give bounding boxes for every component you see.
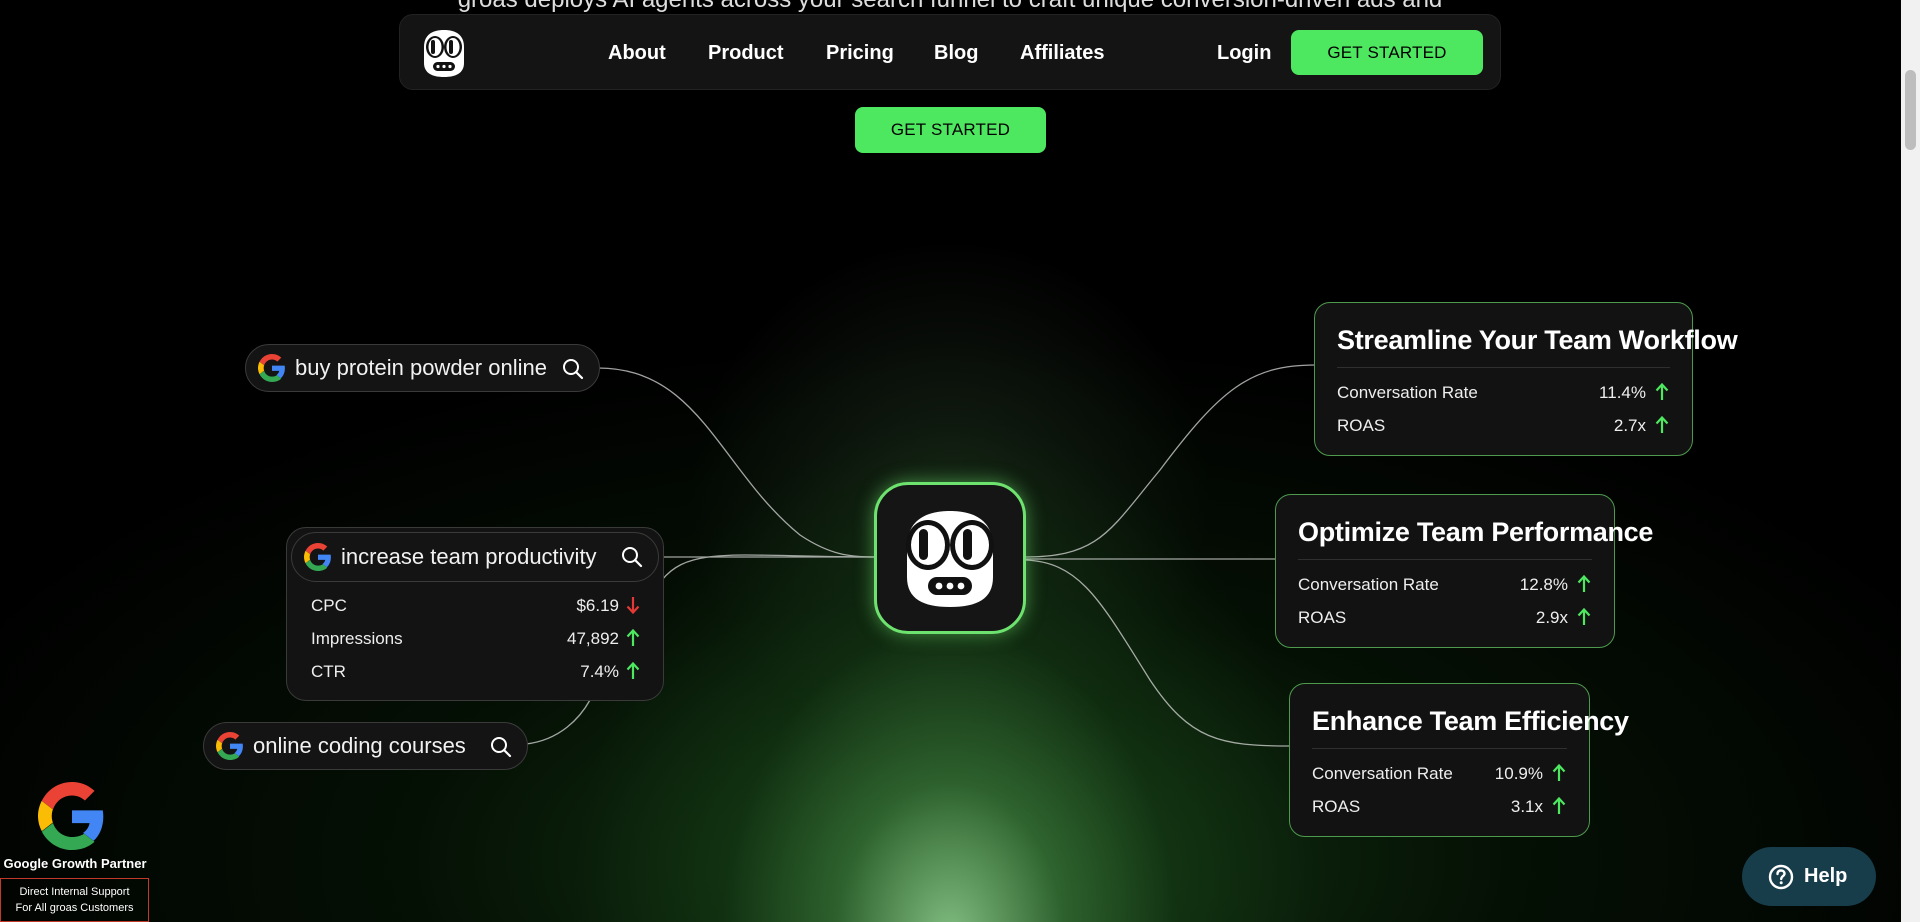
divider bbox=[1312, 748, 1567, 749]
question-mark-icon bbox=[1768, 864, 1794, 889]
search-query-text: buy protein powder online bbox=[295, 355, 547, 380]
trend-up-arrow-icon bbox=[626, 661, 640, 679]
metric-label: Conversation Rate bbox=[1337, 383, 1478, 402]
help-label: Help bbox=[1804, 865, 1848, 887]
metric-row-conversation-rate: Conversation Rate 10.9% bbox=[1312, 763, 1567, 784]
trend-down-arrow-icon bbox=[626, 597, 640, 615]
trend-up-arrow-icon bbox=[1577, 574, 1591, 592]
flow-connector-lines bbox=[525, 364, 1316, 747]
metric-label: CTR bbox=[311, 662, 346, 681]
google-partner-support-box[interactable]: Direct Internal Support For All groas Cu… bbox=[0, 878, 149, 922]
metric-value: 10.9% bbox=[1494, 764, 1543, 783]
search-icon[interactable] bbox=[561, 357, 585, 381]
google-g-icon bbox=[304, 543, 331, 571]
metric-label: Conversation Rate bbox=[1312, 764, 1453, 783]
metric-row-conversation-rate: Conversation Rate 11.4% bbox=[1337, 382, 1670, 403]
search-pill-productivity: increase team productivity bbox=[291, 532, 659, 582]
metric-value: 12.8% bbox=[1519, 575, 1568, 594]
search-pill-protein: buy protein powder online bbox=[245, 344, 600, 392]
search-query-text: online coding courses bbox=[253, 733, 466, 758]
metric-label: ROAS bbox=[1337, 416, 1386, 435]
result-card-workflow: Streamline Your Team Workflow Conversati… bbox=[1314, 302, 1738, 456]
metric-label: Conversation Rate bbox=[1298, 575, 1439, 594]
metric-row-ctr: CTR 7.4% bbox=[311, 661, 641, 682]
result-card-title: Enhance Team Efficiency bbox=[1312, 706, 1629, 736]
metric-value: 47,892 bbox=[567, 629, 619, 648]
google-partner-title: Google Growth Partner bbox=[3, 856, 147, 871]
result-card-efficiency: Enhance Team Efficiency Conversation Rat… bbox=[1289, 683, 1629, 837]
groas-agent-hub bbox=[874, 482, 1026, 634]
page-scrollbar-thumb[interactable] bbox=[1905, 70, 1916, 150]
divider bbox=[1298, 559, 1592, 560]
metric-value: $6.19 bbox=[576, 596, 619, 615]
search-metrics-card: increase team productivity CPC $6.19 Imp… bbox=[286, 527, 664, 701]
trend-up-arrow-icon bbox=[1655, 415, 1669, 433]
metric-value: 2.9x bbox=[1535, 608, 1568, 627]
divider bbox=[1337, 367, 1670, 368]
metric-label: CPC bbox=[311, 596, 347, 615]
search-pill-coding: online coding courses bbox=[203, 722, 528, 770]
metric-row-roas: ROAS 2.7x bbox=[1337, 415, 1670, 436]
metric-row-conversation-rate: Conversation Rate 12.8% bbox=[1298, 574, 1592, 595]
metric-row-cpc: CPC $6.19 bbox=[311, 596, 641, 616]
google-partner-logo-icon bbox=[38, 782, 104, 850]
search-icon[interactable] bbox=[620, 545, 644, 569]
support-line-1: Direct Internal Support bbox=[19, 886, 130, 898]
metric-label: Impressions bbox=[311, 629, 403, 648]
trend-up-arrow-icon bbox=[626, 628, 640, 646]
result-card-title: Optimize Team Performance bbox=[1298, 517, 1654, 547]
search-icon[interactable] bbox=[489, 735, 513, 759]
result-card-performance: Optimize Team Performance Conversation R… bbox=[1275, 494, 1653, 648]
trend-up-arrow-icon bbox=[1655, 382, 1669, 400]
groas-mascot-icon bbox=[906, 511, 994, 607]
google-g-icon bbox=[216, 732, 243, 760]
metric-label: ROAS bbox=[1312, 797, 1361, 816]
metric-label: ROAS bbox=[1298, 608, 1347, 627]
metric-value: 7.4% bbox=[580, 662, 619, 681]
metric-value: 2.7x bbox=[1613, 416, 1646, 435]
trend-up-arrow-icon bbox=[1552, 796, 1566, 814]
trend-up-arrow-icon bbox=[1577, 607, 1591, 625]
metric-row-impressions: Impressions 47,892 bbox=[311, 628, 641, 649]
search-query-text: increase team productivity bbox=[341, 544, 597, 569]
help-button[interactable]: Help bbox=[1742, 847, 1876, 906]
trend-up-arrow-icon bbox=[1552, 763, 1566, 781]
support-line-2: For All groas Customers bbox=[15, 902, 134, 914]
result-card-title: Streamline Your Team Workflow bbox=[1337, 325, 1738, 355]
google-g-icon bbox=[258, 354, 285, 382]
metric-row-roas: ROAS 3.1x bbox=[1312, 796, 1567, 817]
metric-value: 3.1x bbox=[1510, 797, 1543, 816]
metric-value: 11.4% bbox=[1599, 383, 1646, 402]
metric-row-roas: ROAS 2.9x bbox=[1298, 607, 1592, 628]
